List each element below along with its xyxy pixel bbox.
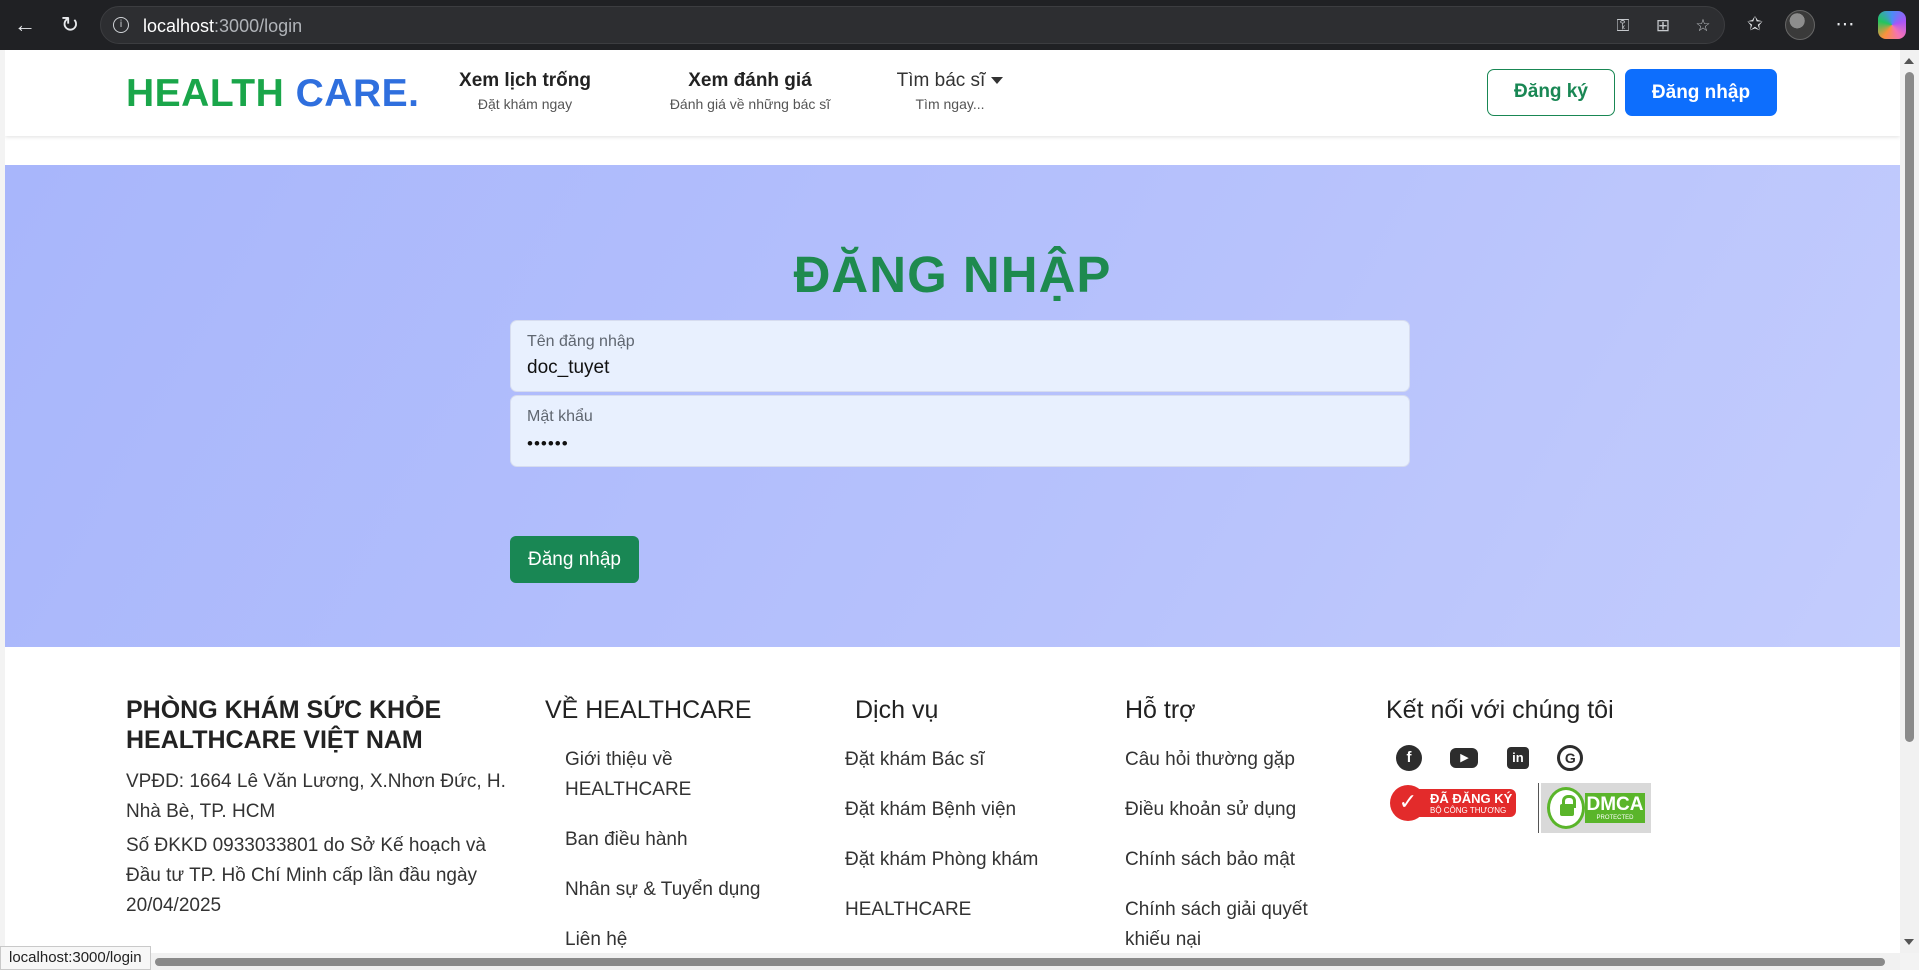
vertical-scrollbar[interactable] (1900, 50, 1919, 953)
logo[interactable]: HEALTH CARE. (126, 72, 419, 116)
link-line: khiếu nại (1125, 929, 1202, 950)
copilot-icon[interactable] (1878, 11, 1906, 39)
username-field[interactable]: Tên đăng nhập doc_tuyet (510, 320, 1410, 392)
footer-col-about: VỀ HEALTHCARE Giới thiệu về HEALTHCARE B… (545, 695, 805, 953)
bct-registered-badge[interactable]: ✓ ĐÃ ĐĂNG KÝ BỘ CÔNG THƯƠNG (1386, 783, 1516, 823)
social-links: f ▶ in G (1386, 745, 1706, 771)
trust-badges: ✓ ĐÃ ĐĂNG KÝ BỘ CÔNG THƯƠNG DMCA PROTECTE… (1386, 783, 1706, 835)
login-title: ĐĂNG NHẬP (793, 246, 1112, 303)
password-label: Mật khẩu (527, 408, 593, 425)
dmca-badge[interactable]: DMCA PROTECTED (1541, 783, 1651, 833)
login-section: ĐĂNG NHẬP Tên đăng nhập doc_tuyet Mật kh… (5, 165, 1900, 647)
register-button[interactable]: Đăng ký (1487, 69, 1615, 116)
password-input[interactable]: •••••• (527, 434, 569, 454)
footer-heading: Dịch vụ (855, 696, 939, 724)
facebook-icon[interactable]: f (1396, 745, 1422, 771)
status-bar-url: localhost:3000/login (0, 946, 151, 970)
footer-link-intro[interactable]: Giới thiệu về HEALTHCARE (545, 745, 805, 805)
linkedin-icon[interactable]: in (1506, 747, 1529, 769)
scroll-down-icon[interactable] (1904, 939, 1914, 945)
license-line: 20/04/2025 (126, 895, 222, 916)
footer-heading: PHÒNG KHÁM SỨC KHỎE (126, 696, 442, 724)
login-submit-button[interactable]: Đăng nhập (510, 536, 639, 583)
site-header: HEALTH CARE. Xem lịch trống Đặt khám nga… (5, 50, 1900, 136)
more-menu-icon[interactable]: ⋯ (1830, 10, 1860, 40)
link-line: HEALTHCARE (565, 779, 692, 800)
logo-health: HEALTH (126, 72, 285, 115)
footer-col-about-clinic: PHÒNG KHÁM SỨC KHỎE HEALTHCARE VIỆT NAM … (126, 695, 506, 921)
address-line: VPĐD: 1664 Lê Văn Lương, X.Nhơn Đức, H. (126, 771, 506, 792)
footer-heading: VỀ HEALTHCARE (545, 696, 752, 724)
nav-subtitle: Đánh giá về những bác sĩ (669, 96, 831, 112)
site-info-icon[interactable]: i (113, 17, 129, 33)
chevron-down-icon (991, 77, 1004, 85)
lock-icon (1547, 787, 1585, 829)
footer-link-privacy[interactable]: Chính sách bảo mật (1125, 845, 1355, 875)
url-host: localhost (143, 16, 215, 36)
key-icon[interactable]: ⚿ (1611, 14, 1635, 38)
footer-heading: Hỗ trợ (1125, 696, 1196, 724)
footer-col-services: Dịch vụ Đặt khám Bác sĩ Đặt khám Bệnh vi… (845, 695, 1085, 925)
address-url[interactable]: localhost:3000/login (143, 16, 302, 37)
license-line: Số ĐKKD 0933033801 do Sở Kế hoạch và (126, 835, 486, 856)
nav-title: Xem đánh giá (688, 70, 812, 91)
reload-icon[interactable]: ↻ (55, 10, 85, 40)
nav-subtitle: Đặt khám ngay (477, 96, 573, 112)
footer-address: VPĐD: 1664 Lê Văn Lương, X.Nhơn Đức, H. … (126, 767, 506, 827)
vertical-scroll-thumb[interactable] (1905, 72, 1914, 742)
footer-link-faq[interactable]: Câu hỏi thường gặp (1125, 745, 1355, 775)
footer-link-contact[interactable]: Liên hệ (545, 925, 805, 953)
site-footer: PHÒNG KHÁM SỨC KHỎE HEALTHCARE VIỆT NAM … (5, 647, 1900, 953)
youtube-icon[interactable]: ▶ (1450, 748, 1479, 768)
address-line: Nhà Bè, TP. HCM (126, 801, 276, 822)
nav-item-schedule[interactable]: Xem lịch trống Đặt khám ngay (445, 70, 605, 112)
password-field[interactable]: Mật khẩu •••••• (510, 395, 1410, 467)
profile-avatar[interactable] (1785, 10, 1815, 40)
horizontal-scrollbar[interactable] (5, 953, 1900, 970)
badge-subtext: PROTECTED (1596, 815, 1634, 821)
footer-link-board[interactable]: Ban điều hành (545, 825, 805, 855)
footer-heading: Kết nối với chúng tôi (1386, 696, 1614, 724)
google-icon[interactable]: G (1557, 745, 1584, 771)
nav-item-find-doctor[interactable]: Tìm bác sĩ Tìm ngay... (885, 70, 1015, 112)
footer-link-complaints[interactable]: Chính sách giải quyết khiếu nại (1125, 895, 1355, 953)
url-path: :3000/login (214, 16, 303, 36)
badge-text: DMCA (1586, 794, 1644, 815)
footer-col-support: Hỗ trợ Câu hỏi thường gặp Điều khoản sử … (1125, 695, 1355, 953)
badge-divider (1538, 783, 1539, 833)
footer-link-healthcare[interactable]: HEALTHCARE (845, 895, 1085, 925)
license-line: Đầu tư TP. Hồ Chí Minh cấp lần đầu ngày (126, 865, 478, 886)
favorites-icon[interactable]: ✩ (1740, 10, 1770, 40)
footer-link-book-hospital[interactable]: Đặt khám Bệnh viện (845, 795, 1085, 825)
footer-heading: HEALTHCARE VIỆT NAM (126, 726, 423, 754)
link-line: Giới thiệu về (565, 749, 673, 770)
username-label: Tên đăng nhập (527, 333, 635, 350)
logo-care: CARE. (295, 72, 420, 115)
browser-toolbar: ← ↻ i localhost:3000/login ⚿ ⊞ ☆ ✩ ⋯ (0, 0, 1919, 50)
footer-link-book-doctor[interactable]: Đặt khám Bác sĩ (845, 745, 1085, 775)
nav-title: Xem lịch trống (459, 70, 591, 91)
badge-text: ĐÃ ĐĂNG KÝ (1430, 791, 1513, 806)
page-viewport: HEALTH CARE. Xem lịch trống Đặt khám nga… (5, 50, 1900, 953)
badge-subtext: BỘ CÔNG THƯƠNG (1430, 806, 1507, 815)
apps-icon[interactable]: ⊞ (1651, 14, 1675, 38)
favorite-star-icon[interactable]: ☆ (1691, 14, 1715, 38)
address-bar[interactable]: i localhost:3000/login ⚿ ⊞ ☆ (100, 6, 1725, 44)
back-arrow-icon[interactable]: ← (10, 10, 40, 40)
footer-link-careers[interactable]: Nhân sự & Tuyển dụng (545, 875, 805, 905)
horizontal-scroll-thumb[interactable] (155, 958, 1885, 966)
username-input[interactable]: doc_tuyet (527, 357, 609, 379)
link-line: Chính sách giải quyết (1125, 899, 1308, 920)
nav-item-reviews[interactable]: Xem đánh giá Đánh giá về những bác sĩ (645, 70, 855, 112)
footer-col-connect: Kết nối với chúng tôi f ▶ in G ✓ ĐÃ ĐĂNG… (1386, 695, 1706, 835)
nav-title: Tìm bác sĩ (896, 70, 986, 91)
nav-subtitle: Tìm ngay... (915, 96, 985, 112)
scroll-up-icon[interactable] (1904, 58, 1914, 64)
footer-license: Số ĐKKD 0933033801 do Sở Kế hoạch và Đầu… (126, 831, 506, 921)
footer-link-book-clinic[interactable]: Đặt khám Phòng khám (845, 845, 1085, 875)
footer-link-terms[interactable]: Điều khoản sử dụng (1125, 795, 1355, 825)
login-button[interactable]: Đăng nhập (1625, 69, 1777, 116)
